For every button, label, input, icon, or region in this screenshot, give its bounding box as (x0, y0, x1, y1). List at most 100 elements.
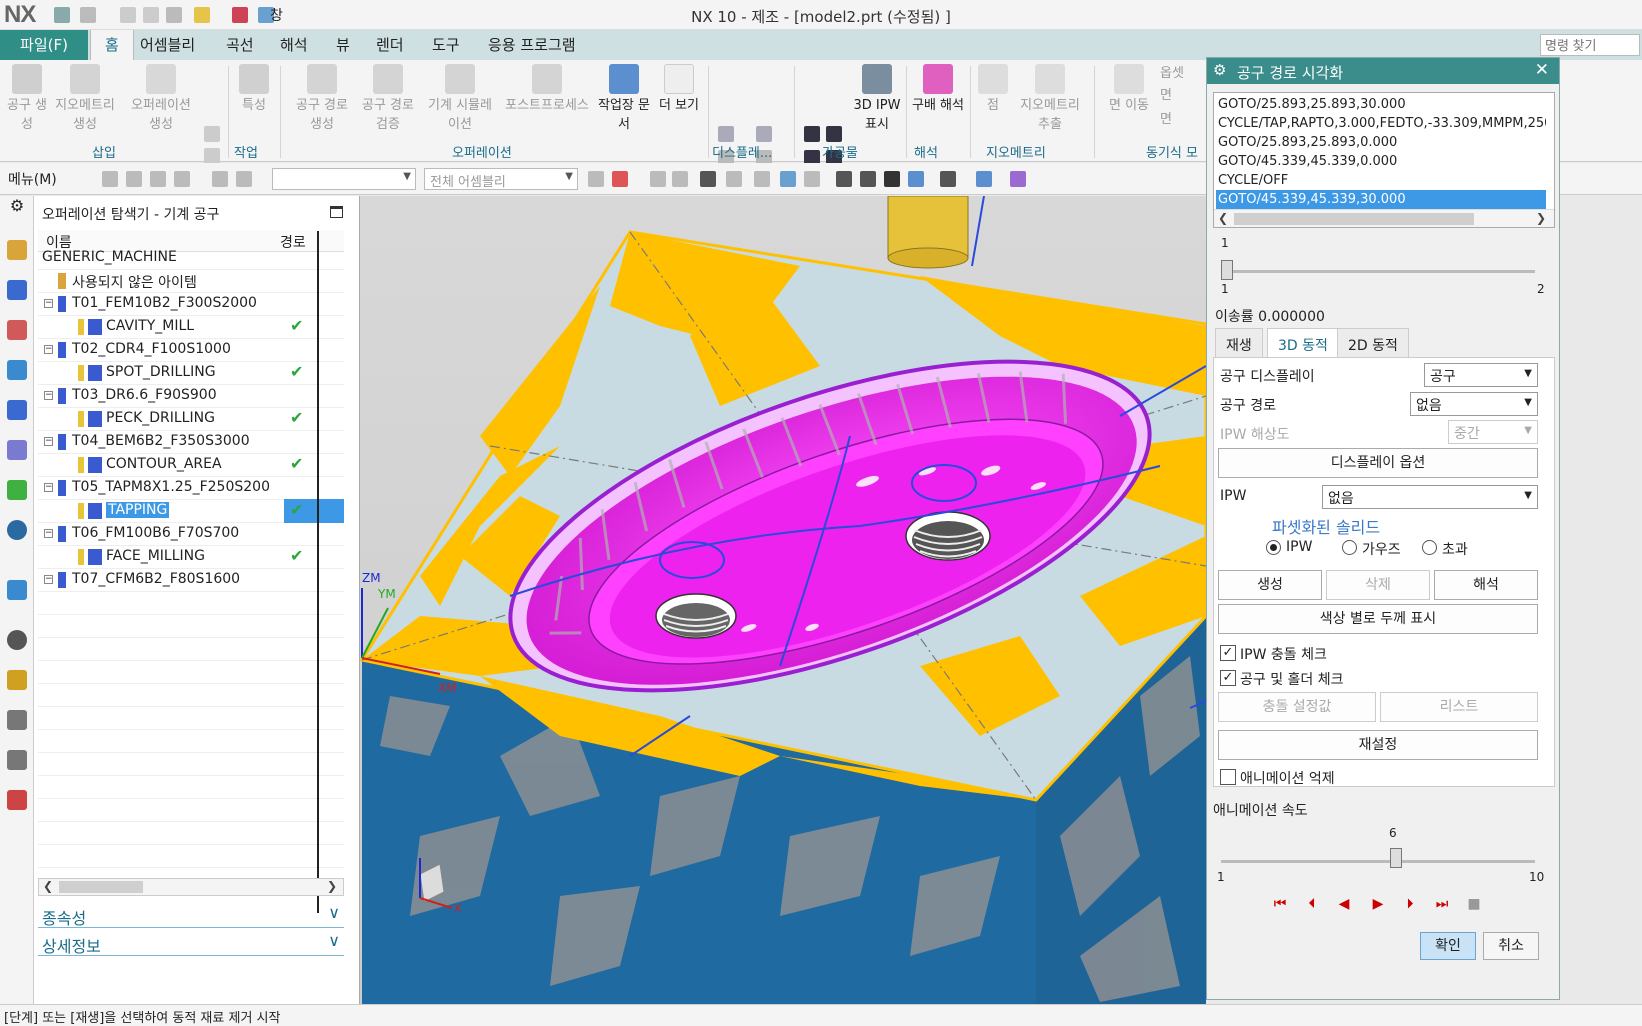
point-button[interactable]: 점 (978, 64, 1008, 115)
listing-horizontal-scrollbar[interactable]: ❮ ❯ (1214, 209, 1554, 227)
assembly-navigator-icon[interactable] (7, 240, 27, 260)
group-display[interactable]: 디스플레... (712, 142, 772, 161)
cut-icon[interactable] (120, 7, 136, 23)
tab-2d-dynamic[interactable]: 2D 동적 (1337, 328, 1409, 358)
cancel-button[interactable]: 취소 (1483, 932, 1539, 960)
listing-line[interactable]: GOTO/45.339,45.339,0.000 (1216, 152, 1546, 171)
render-style-icon[interactable] (940, 171, 956, 187)
goto-listing[interactable]: GOTO/25.893,25.893,30.000 CYCLE/TAP,RAPTO… (1213, 92, 1555, 228)
copy-icon[interactable] (143, 7, 159, 23)
snap-icon-2[interactable] (612, 171, 628, 187)
stop-icon[interactable]: ■ (1459, 890, 1489, 918)
fast-forward-to-end-icon[interactable]: ⏭ (1427, 890, 1457, 918)
radio-ipw[interactable] (1266, 540, 1281, 555)
scroll-right-icon[interactable]: ❯ (327, 879, 337, 893)
ipw-dropdown[interactable]: 없음 ▼ (1322, 485, 1538, 509)
tab-3d-dynamic[interactable]: 3D 동적 (1267, 328, 1339, 358)
rotate-icon[interactable] (884, 171, 900, 187)
tool-row[interactable]: − T06_FM100B6_F70S700 (38, 522, 344, 546)
web-browser-icon[interactable] (7, 580, 27, 600)
scroll-left-icon[interactable]: ❮ (43, 879, 53, 893)
maximize-icon[interactable] (330, 206, 343, 218)
undo-icon[interactable] (80, 7, 96, 23)
tab-curve[interactable]: 곡선 (226, 30, 254, 60)
type-filter-dropdown[interactable]: ▼ (272, 168, 416, 190)
menu-button[interactable]: 메뉴(M) (8, 169, 57, 189)
step-forward-icon[interactable]: ⏵ (1395, 890, 1425, 918)
dependencies-section[interactable]: 종속성 ∨ (38, 902, 344, 928)
save-icon[interactable] (54, 7, 70, 23)
gear-icon[interactable]: ⚙ (1213, 61, 1226, 79)
sync-face-button[interactable]: 면 (1160, 86, 1172, 105)
command-finder-input[interactable] (1540, 34, 1640, 56)
collision-settings-button[interactable]: 충돌 설정값 (1218, 692, 1376, 722)
group-workpiece[interactable]: 가공물 (822, 142, 858, 161)
toolpath-verify-button[interactable]: 공구 경로 검증 (356, 64, 420, 134)
snap-icon-7[interactable] (754, 171, 770, 187)
palette-icon[interactable] (7, 670, 27, 690)
constraint-navigator-icon[interactable] (7, 280, 27, 300)
more-button[interactable]: 더 보기 (654, 64, 704, 115)
scroll-thumb[interactable] (1234, 213, 1474, 225)
operation-row[interactable]: CONTOUR_AREA ✔ (38, 453, 344, 477)
snap-icon-6[interactable] (726, 171, 742, 187)
work-layer-icon[interactable] (976, 171, 992, 187)
tool-row[interactable]: 사용되지 않은 아이템 (38, 269, 344, 293)
operation-navigator-icon[interactable] (7, 360, 27, 380)
snap-icon-3[interactable] (650, 171, 666, 187)
animation-speed-track[interactable] (1221, 860, 1535, 863)
play-icon[interactable]: ▶ (1363, 890, 1393, 918)
display-options-button[interactable]: 디스플레이 옵션 (1218, 448, 1538, 478)
shop-doc-button[interactable]: 작업장 문서 (598, 64, 650, 134)
collapse-icon[interactable]: − (44, 391, 53, 400)
group-work[interactable]: 작업 (234, 142, 258, 161)
tab-tools[interactable]: 도구 (432, 30, 460, 60)
listing-line[interactable]: CYCLE/TAP,RAPTO,3.000,FEDTO,-33.309,MMPM… (1216, 114, 1546, 133)
group-insert[interactable]: 삽입 (92, 142, 116, 161)
analyze-button[interactable]: 해석 (1434, 570, 1538, 600)
postprocess-button[interactable]: 포스트프로세스 (500, 64, 594, 115)
tool-row[interactable]: − T02_CDR4_F100S1000 (38, 338, 344, 362)
step-slider-thumb[interactable] (1221, 260, 1233, 280)
tool-row[interactable]: − T05_TAPM8X1.25_F250S200 (38, 476, 344, 500)
select-icon-6[interactable] (236, 171, 252, 187)
tool-row[interactable]: − T04_BEM6B2_F350S3000 (38, 430, 344, 454)
graphics-viewport[interactable]: ZM YM XM X (360, 196, 1206, 1004)
tab-render[interactable]: 렌더 (376, 30, 404, 60)
assembly-scope-dropdown[interactable]: 전체 어셈블리 ▼ (424, 168, 578, 190)
sync-offset-button[interactable]: 옵셋 (1160, 64, 1184, 83)
tab-assembly[interactable]: 어셈블리 (140, 30, 195, 60)
rewind-to-start-icon[interactable]: ⏮ (1265, 890, 1295, 918)
dialog-title-bar[interactable]: ⚙ 공구 경로 시각화 ✕ (1207, 58, 1559, 84)
select-icon-3[interactable] (150, 171, 166, 187)
properties-button[interactable]: 특성 (234, 64, 274, 115)
snap-icon-1[interactable] (588, 171, 604, 187)
collapse-icon[interactable]: − (44, 437, 53, 446)
fit-view-icon[interactable] (836, 171, 852, 187)
repeat-command-icon[interactable] (194, 7, 210, 23)
part-navigator-icon[interactable] (7, 320, 27, 340)
tool-create-button[interactable]: 공구 생성 (6, 64, 48, 134)
info-icon[interactable] (7, 520, 27, 540)
tab-analysis[interactable]: 해석 (280, 30, 308, 60)
play-reverse-icon[interactable]: ◀ (1329, 890, 1359, 918)
listing-line[interactable]: GOTO/25.893,25.893,0.000 (1216, 133, 1546, 152)
operation-row[interactable]: SPOT_DRILLING ✔ (38, 361, 344, 385)
system-materials-icon[interactable] (7, 790, 27, 810)
list-button[interactable]: 리스트 (1380, 692, 1538, 722)
snap-icon-4[interactable] (672, 171, 688, 187)
geometry-create-button[interactable]: 지오메트리 생성 (50, 64, 120, 134)
machine-tool-navigator-icon[interactable] (7, 400, 27, 420)
ipw-collision-checkbox[interactable]: ✓ (1220, 645, 1236, 661)
manufacturing-wizard-icon[interactable] (7, 750, 27, 770)
workpiece-icon-2[interactable] (826, 126, 842, 142)
select-icon-5[interactable] (212, 171, 228, 187)
snap-icon-9[interactable] (804, 171, 820, 187)
operation-row[interactable]: TAPPING ✔ (38, 499, 344, 523)
tab-replay[interactable]: 재생 (1215, 328, 1263, 358)
gouge-analysis-button[interactable]: 구배 해석 (910, 64, 966, 115)
toolpath-dropdown[interactable]: 없음 ▼ (1410, 392, 1538, 416)
details-section[interactable]: 상세정보 ∨ (38, 930, 344, 956)
operation-create-button[interactable]: 오퍼레이션 생성 (124, 64, 198, 134)
display-icon-1[interactable] (718, 126, 734, 142)
